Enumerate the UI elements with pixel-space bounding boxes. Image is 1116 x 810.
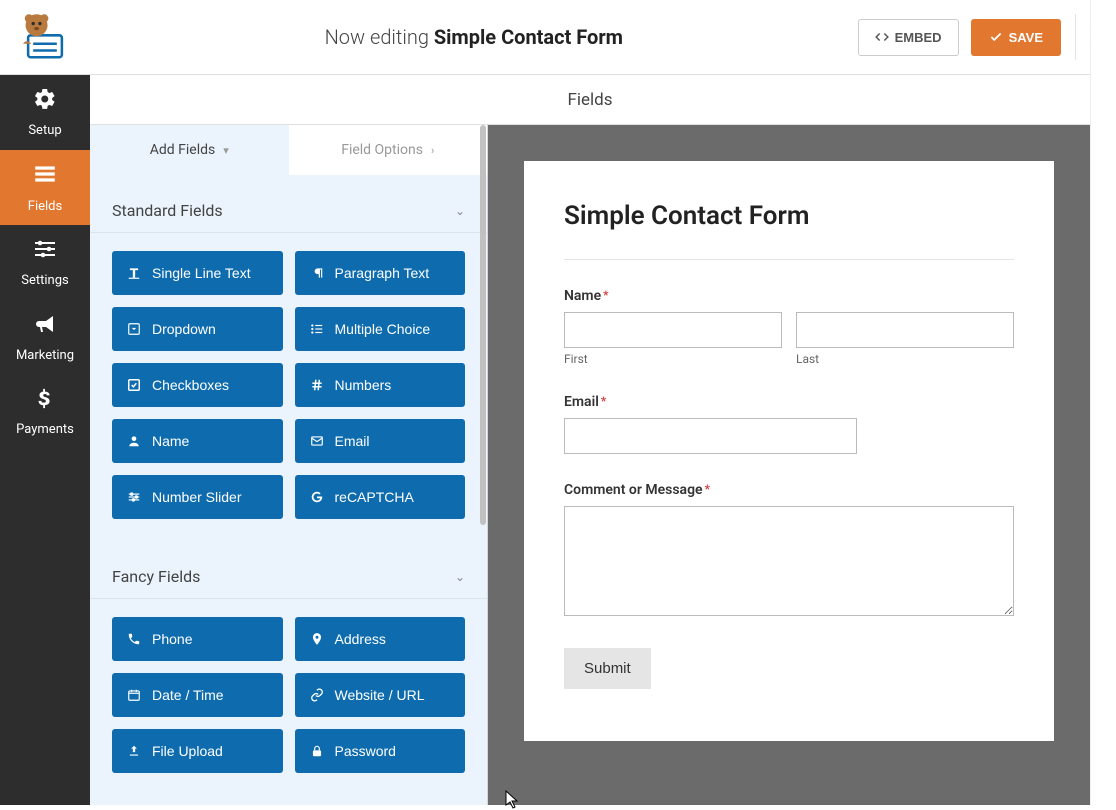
bullhorn-icon — [33, 312, 57, 342]
field-numbers[interactable]: Numbers — [295, 363, 466, 407]
chevron-right-icon: › — [431, 144, 434, 157]
email-input[interactable] — [564, 418, 857, 454]
top-header: Now editing Simple Contact Form EMBED SA… — [0, 0, 1116, 75]
field-single-line-text[interactable]: Single Line Text — [112, 251, 283, 295]
fields-panel: Add Fields ▾ Field Options › Standard Fi… — [90, 125, 488, 805]
field-label: Comment or Message* — [564, 482, 1014, 498]
form-title: Simple Contact Form — [564, 201, 1014, 260]
field-label: Name* — [564, 288, 1014, 304]
wpforms-logo-icon — [18, 10, 72, 64]
nav-settings[interactable]: Settings — [0, 225, 90, 300]
calendar-icon — [126, 688, 142, 702]
check-square-icon — [126, 378, 142, 392]
sliders-icon — [126, 490, 142, 504]
scrollbar-thumb[interactable] — [480, 125, 486, 525]
user-icon — [126, 434, 142, 448]
field-password[interactable]: Password — [295, 729, 466, 773]
caret-square-icon — [126, 322, 142, 336]
nav-label: Setup — [28, 123, 61, 138]
last-name-input[interactable] — [796, 312, 1014, 348]
upload-icon — [126, 744, 142, 758]
section-fancy-fields[interactable]: Fancy Fields ⌄ — [90, 541, 487, 599]
field-dropdown[interactable]: Dropdown — [112, 307, 283, 351]
nav-setup[interactable]: Setup — [0, 75, 90, 150]
form-icon — [32, 161, 58, 193]
right-gutter — [1090, 0, 1116, 805]
sublabel: First — [564, 352, 782, 366]
tab-field-options[interactable]: Field Options › — [289, 125, 488, 175]
link-icon — [309, 688, 325, 702]
sublabel: Last — [796, 352, 1014, 366]
nav-label: Settings — [21, 273, 68, 288]
dollar-icon — [34, 388, 56, 416]
form-field-name[interactable]: Name* First Last — [564, 288, 1014, 366]
map-pin-icon — [309, 632, 325, 646]
field-email[interactable]: Email — [295, 419, 466, 463]
chevron-down-icon: ⌄ — [455, 570, 465, 584]
first-name-input[interactable] — [564, 312, 782, 348]
page-title: Now editing Simple Contact Form — [90, 25, 858, 49]
nav-payments[interactable]: Payments — [0, 375, 90, 450]
field-file-upload[interactable]: File Upload — [112, 729, 283, 773]
standard-fields-grid: Single Line Text Paragraph Text Dropdown… — [90, 251, 487, 541]
nav-fields[interactable]: Fields — [0, 150, 90, 225]
field-multiple-choice[interactable]: Multiple Choice — [295, 307, 466, 351]
nav-label: Marketing — [16, 348, 74, 363]
hash-icon — [309, 378, 325, 392]
left-nav: Setup Fields Settings Marketing Payments — [0, 75, 90, 805]
preview-panel: Simple Contact Form Name* First Last Ema… — [488, 125, 1090, 805]
app-logo — [0, 10, 90, 64]
field-url[interactable]: Website / URL — [295, 673, 466, 717]
field-name[interactable]: Name — [112, 419, 283, 463]
paragraph-icon — [309, 266, 325, 280]
chevron-down-icon: ⌄ — [455, 204, 465, 218]
nav-label: Payments — [16, 422, 74, 437]
check-icon — [989, 30, 1003, 44]
chevron-down-icon: ▾ — [223, 144, 229, 157]
form-field-comment[interactable]: Comment or Message* — [564, 482, 1014, 620]
form-field-email[interactable]: Email* — [564, 394, 1014, 454]
field-address[interactable]: Address — [295, 617, 466, 661]
form-preview[interactable]: Simple Contact Form Name* First Last Ema… — [524, 161, 1054, 741]
field-datetime[interactable]: Date / Time — [112, 673, 283, 717]
lock-icon — [309, 744, 325, 758]
field-paragraph-text[interactable]: Paragraph Text — [295, 251, 466, 295]
gear-icon — [33, 87, 57, 117]
list-icon — [309, 322, 325, 336]
tab-add-fields[interactable]: Add Fields ▾ — [90, 125, 289, 175]
submit-button[interactable]: Submit — [564, 648, 651, 689]
field-label: Email* — [564, 394, 1014, 410]
required-marker: * — [603, 288, 608, 302]
code-icon — [875, 30, 889, 44]
field-recaptcha[interactable]: reCAPTCHA — [295, 475, 466, 519]
section-standard-fields[interactable]: Standard Fields ⌄ — [90, 175, 487, 233]
secondary-header: Fields — [90, 75, 1090, 125]
comment-textarea[interactable] — [564, 506, 1014, 616]
nav-marketing[interactable]: Marketing — [0, 300, 90, 375]
sliders-icon — [33, 237, 57, 267]
envelope-icon — [309, 434, 325, 448]
save-button[interactable]: SAVE — [971, 19, 1061, 56]
field-number-slider[interactable]: Number Slider — [112, 475, 283, 519]
phone-icon — [126, 632, 142, 646]
fancy-fields-grid: Phone Address Date / Time Website / URL … — [90, 617, 487, 795]
required-marker: * — [705, 482, 710, 496]
required-marker: * — [601, 394, 606, 408]
field-phone[interactable]: Phone — [112, 617, 283, 661]
text-icon — [126, 266, 142, 280]
google-icon — [309, 490, 325, 504]
scrollbar[interactable] — [478, 125, 488, 805]
field-checkboxes[interactable]: Checkboxes — [112, 363, 283, 407]
nav-label: Fields — [28, 199, 62, 214]
embed-button[interactable]: EMBED — [858, 19, 959, 56]
